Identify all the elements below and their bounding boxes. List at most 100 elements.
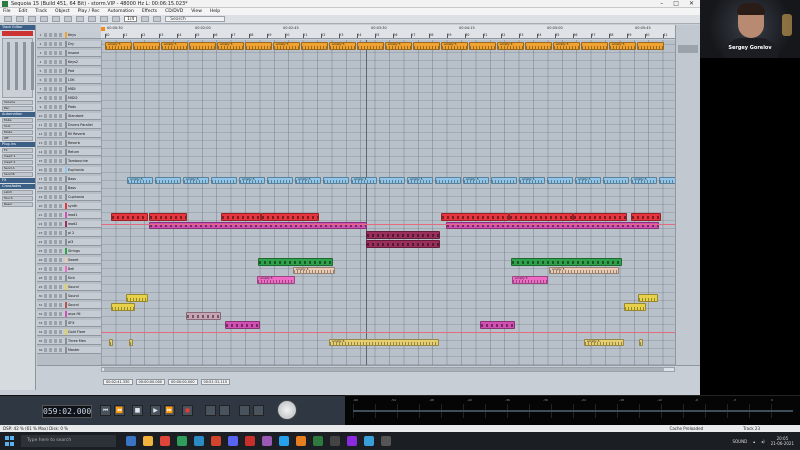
section-track-editor[interactable]: Track Editor xyxy=(0,25,35,30)
track-row[interactable]: 21 lead1 xyxy=(37,212,101,219)
minimize-button[interactable]: – xyxy=(660,0,663,7)
zoom-field[interactable]: 1/4 xyxy=(124,16,138,22)
audio-clip[interactable] xyxy=(111,213,148,221)
track-buttons[interactable] xyxy=(44,204,63,208)
track-buttons[interactable] xyxy=(44,42,63,46)
paste-button[interactable] xyxy=(88,16,96,22)
vs-icon[interactable] xyxy=(347,436,357,446)
track-buttons[interactable] xyxy=(44,321,63,325)
menu-object[interactable]: Object xyxy=(55,9,70,14)
redo-button[interactable] xyxy=(52,16,60,22)
marker-button[interactable] xyxy=(153,16,162,22)
audio-clip[interactable] xyxy=(525,42,552,50)
menu-cd-dvd[interactable]: CD/DVD xyxy=(165,9,183,14)
track-row[interactable]: 30 Sound xyxy=(37,293,101,300)
audio-clip[interactable] xyxy=(509,213,573,221)
track-row[interactable]: 24 pl3 xyxy=(37,239,101,246)
audio-clip[interactable] xyxy=(435,177,461,184)
audio-clip[interactable]: empty 5 xyxy=(295,177,321,184)
snap-button[interactable] xyxy=(112,16,120,22)
track-name[interactable]: Pad xyxy=(68,69,98,73)
audio-clip[interactable] xyxy=(581,42,608,50)
audio-clip[interactable]: empty 5 xyxy=(239,177,265,184)
lp-row-mode[interactable]: Mode xyxy=(2,130,33,135)
audio-clip[interactable]: empty 5 xyxy=(584,339,624,346)
track-buttons[interactable] xyxy=(44,294,63,298)
track-buttons[interactable] xyxy=(44,222,63,226)
track-row[interactable]: 34 Gold Flare xyxy=(37,329,101,336)
track-row[interactable]: 15 Tambourine xyxy=(37,158,101,165)
windows-start-icon[interactable] xyxy=(5,436,15,446)
track-name[interactable]: Sound xyxy=(68,294,98,298)
audio-clip[interactable] xyxy=(109,339,113,346)
audio-clip[interactable] xyxy=(323,177,349,184)
audio-clip[interactable]: empty 5 xyxy=(463,177,489,184)
track-row[interactable]: 11 Drums Parallel xyxy=(37,122,101,129)
menu-play-rec[interactable]: Play / Rec xyxy=(78,9,100,14)
track-buttons[interactable] xyxy=(44,150,63,154)
copy-button[interactable] xyxy=(76,16,84,22)
track-buttons[interactable] xyxy=(44,258,63,262)
audio-clip[interactable] xyxy=(301,42,328,50)
audio-clip[interactable] xyxy=(659,177,675,184)
audio-clip[interactable]: empty 5 xyxy=(329,339,439,346)
horizontal-scroll-thumb[interactable] xyxy=(104,368,664,371)
track-buttons[interactable] xyxy=(44,33,63,37)
track-name[interactable]: pl 2 xyxy=(68,231,98,235)
track-buttons[interactable] xyxy=(44,348,63,352)
track-row[interactable]: 29 Sound xyxy=(37,284,101,291)
track-row[interactable]: 26 Sweet xyxy=(37,257,101,264)
range-end-field[interactable]: 00:01:31.115 xyxy=(200,379,231,385)
track-name[interactable]: fill Reverb xyxy=(68,132,98,136)
track-name[interactable]: Drums Parallel xyxy=(68,123,98,127)
cut-button[interactable] xyxy=(64,16,72,22)
track-name[interactable]: Sound xyxy=(68,303,98,307)
track-row[interactable]: 36 Master xyxy=(37,347,101,354)
track-row[interactable]: 12 fill Reverb xyxy=(37,131,101,138)
track-buttons[interactable] xyxy=(44,213,63,217)
audio-clip[interactable] xyxy=(129,339,133,346)
track-row[interactable]: 23 pl 2 xyxy=(37,230,101,237)
track-buttons[interactable] xyxy=(44,276,63,280)
track-row[interactable]: 10 Standard xyxy=(37,113,101,120)
track-buttons[interactable] xyxy=(44,168,63,172)
arrangement-area[interactable]: empty 5 empty 5 empty 5 empty 5 empty 5 empty… xyxy=(101,40,675,365)
section-crossfades[interactable]: Crossfades xyxy=(0,184,35,189)
audio-clip[interactable]: empty 5 xyxy=(631,177,657,184)
audio-clip[interactable] xyxy=(637,42,664,50)
track-name[interactable]: Bell xyxy=(68,267,98,271)
track-buttons[interactable] xyxy=(44,51,63,55)
track-buttons[interactable] xyxy=(44,96,63,100)
audio-clip[interactable] xyxy=(413,42,440,50)
track-row[interactable]: 7 MIDI xyxy=(37,86,101,93)
audio-clip[interactable] xyxy=(211,177,237,184)
range-length-field[interactable]: 00:00:00.000 xyxy=(168,379,198,385)
lp-row-mute[interactable]: Mute xyxy=(2,118,33,123)
audio-clip[interactable]: empty 5 xyxy=(512,276,548,284)
track-buttons[interactable] xyxy=(44,285,63,289)
punch-button[interactable] xyxy=(219,405,230,416)
track-name[interactable]: synth xyxy=(68,204,98,208)
discord-icon[interactable] xyxy=(228,436,238,446)
audio-clip[interactable] xyxy=(261,213,319,221)
track-name[interactable]: MIDI xyxy=(68,87,98,91)
play-button[interactable]: ▶ xyxy=(150,405,161,416)
new-project-button[interactable] xyxy=(4,16,12,22)
audio-clip[interactable]: empty 5 xyxy=(575,177,601,184)
track-buttons[interactable] xyxy=(44,141,63,145)
audio-clip[interactable] xyxy=(547,177,573,184)
audio-clip[interactable]: empty 5 xyxy=(609,42,636,50)
play-marker[interactable] xyxy=(101,27,105,31)
audio-clip[interactable] xyxy=(511,258,622,266)
audio-clip[interactable]: empty 5 xyxy=(183,177,209,184)
track-name[interactable]: Master xyxy=(68,348,98,352)
track-name[interactable]: lead2 xyxy=(68,222,98,226)
track-name[interactable]: Euphonia xyxy=(68,168,98,172)
track-row[interactable]: 13 Reverb xyxy=(37,140,101,147)
track-name[interactable]: Sound xyxy=(68,285,98,289)
audio-clip[interactable]: empty 5 xyxy=(105,42,132,50)
track-buttons[interactable] xyxy=(44,267,63,271)
volume-fader[interactable] xyxy=(7,42,10,90)
track-buttons[interactable] xyxy=(44,303,63,307)
record-arm-row[interactable] xyxy=(2,31,33,36)
